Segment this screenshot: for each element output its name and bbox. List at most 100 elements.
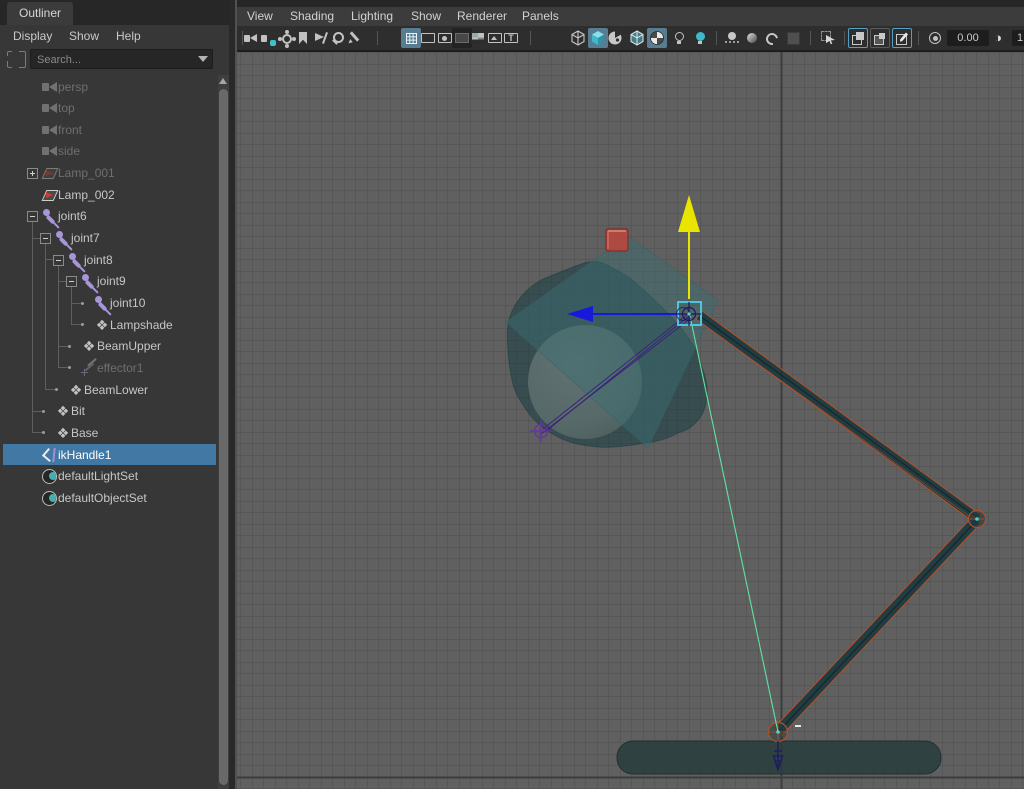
transform-icon [42,187,58,203]
outliner-row-ikHandle1[interactable]: ikHandle1 [0,444,218,466]
exposure-icon[interactable] [927,30,943,46]
outliner-row-Lampshade[interactable]: ❖Lampshade [0,314,218,336]
outliner-row-persp[interactable]: persp [0,76,218,98]
search-dropdown-caret-icon[interactable] [198,56,208,62]
outliner-row-joint10[interactable]: joint10 [0,292,218,314]
grease-pencil-icon[interactable] [347,30,363,46]
outliner-menu-help[interactable]: Help [116,25,141,47]
expand-icon[interactable] [27,168,38,179]
outliner-scrollbar[interactable] [218,75,229,789]
row-label: joint8 [84,249,113,271]
mesh-icon: ❖ [81,338,97,354]
viewport-menu-shading[interactable]: Shading [290,7,334,26]
film-gate-icon[interactable] [420,30,436,46]
outliner-row-side[interactable]: side [0,140,218,162]
image-plane-icon[interactable] [313,30,329,46]
outliner-tree: persptopfrontsideLamp_001Lamp_002joint6j… [0,75,218,789]
outliner-row-BeamUpper[interactable]: ❖BeamUpper [0,335,218,357]
selection-highlighting-icon[interactable] [894,30,910,46]
outliner-row-top[interactable]: top [0,97,218,119]
row-label: Bit [71,400,85,422]
viewport-scene[interactable] [237,52,1024,789]
collapse-icon[interactable] [40,233,51,244]
row-label: top [58,97,75,119]
bookmark-icon[interactable] [295,30,311,46]
multisample-icon[interactable] [785,30,801,46]
outliner-row-BeamLower[interactable]: ❖BeamLower [0,379,218,401]
camera-attributes-icon[interactable] [278,30,294,46]
wireframe-on-shaded-icon[interactable] [629,30,645,46]
shaded-cube-icon[interactable] [590,30,606,46]
set-icon [42,469,57,484]
transform-icon [42,165,58,181]
panel-divider[interactable] [229,0,237,789]
row-label: joint6 [58,205,87,227]
default-material-icon[interactable] [649,30,665,46]
textured-icon[interactable] [607,30,623,46]
viewport-menu-lighting[interactable]: Lighting [351,7,393,26]
camera-icon [42,122,58,138]
viewport-menu-view[interactable]: View [247,7,273,26]
grid-icon[interactable] [403,30,419,46]
mesh-icon: ❖ [68,382,84,398]
depth-of-field-icon[interactable] [744,30,760,46]
select-camera-icon[interactable] [243,30,259,46]
elbow-joint [969,511,986,528]
collapse-icon[interactable] [27,211,38,222]
outliner-row-Base[interactable]: ❖Base [0,422,218,444]
outliner-row-effector1[interactable]: effector1 [0,357,218,379]
row-label: joint10 [110,292,145,314]
resolution-gate-icon[interactable] [437,30,453,46]
row-label: effector1 [97,357,143,379]
lock-camera-icon[interactable] [260,30,276,46]
outliner-row-defaultLightSet[interactable]: defaultLightSet [0,465,218,487]
shadows-icon[interactable] [692,30,708,46]
viewport-menu-show[interactable]: Show [411,7,441,26]
exposure-field[interactable]: 0.00 [947,30,989,46]
use-all-lights-icon[interactable] [671,30,687,46]
outliner-row-Lamp_002[interactable]: Lamp_002 [0,184,218,206]
outliner-row-joint6[interactable]: joint6 [0,205,218,227]
outliner-row-Bit[interactable]: ❖Bit [0,400,218,422]
xray-icon[interactable] [850,30,866,46]
search-input[interactable]: Search... [30,49,213,69]
gamma-icon[interactable]: ◑ [990,30,1006,46]
viewport-menubar: View Shading Lighting Show Renderer Panels [237,7,1024,26]
outliner-row-joint8[interactable]: joint8 [0,249,218,271]
pan-zoom-icon[interactable] [330,30,346,46]
field-chart-icon[interactable] [470,30,486,46]
collapse-icon[interactable] [53,255,64,266]
safe-action-icon[interactable] [487,30,503,46]
outliner-menu-display[interactable]: Display [13,25,52,47]
viewport-menu-panels[interactable]: Panels [522,7,559,26]
collapse-icon[interactable] [66,276,77,287]
toolbar-separator [844,31,845,45]
motion-blur-icon[interactable] [763,30,779,46]
frame-selection-icon[interactable] [7,51,26,68]
outliner-row-Lamp_001[interactable]: Lamp_001 [0,162,218,184]
outliner-row-joint7[interactable]: joint7 [0,227,218,249]
mesh-icon: ❖ [94,317,110,333]
outliner-row-joint9[interactable]: joint9 [0,270,218,292]
scrollbar-thumb[interactable] [219,89,228,785]
outliner-menu-show[interactable]: Show [69,25,99,47]
joint-icon [42,208,58,224]
isolate-select-icon[interactable] [820,30,836,46]
tab-outliner[interactable]: Outliner [7,2,73,25]
viewport-menu-renderer[interactable]: Renderer [457,7,507,26]
ikhandle-icon [42,447,58,463]
safe-title-icon[interactable]: T [503,30,519,46]
xray-joints-icon[interactable] [872,30,888,46]
outliner-row-front[interactable]: front [0,119,218,141]
gamma-field[interactable]: 1 [1012,30,1024,46]
ambient-occlusion-icon[interactable] [724,30,740,46]
row-label: defaultLightSet [58,465,138,487]
wireframe-cube-icon[interactable] [570,30,586,46]
row-label: front [58,119,82,141]
camera-icon [42,143,58,159]
outliner-row-defaultObjectSet[interactable]: defaultObjectSet [0,487,218,509]
scrollbar-up-arrow-icon[interactable] [219,78,227,84]
toolbar-separator [530,31,531,45]
gate-mask-icon[interactable] [454,30,470,46]
joint-icon [81,273,97,289]
